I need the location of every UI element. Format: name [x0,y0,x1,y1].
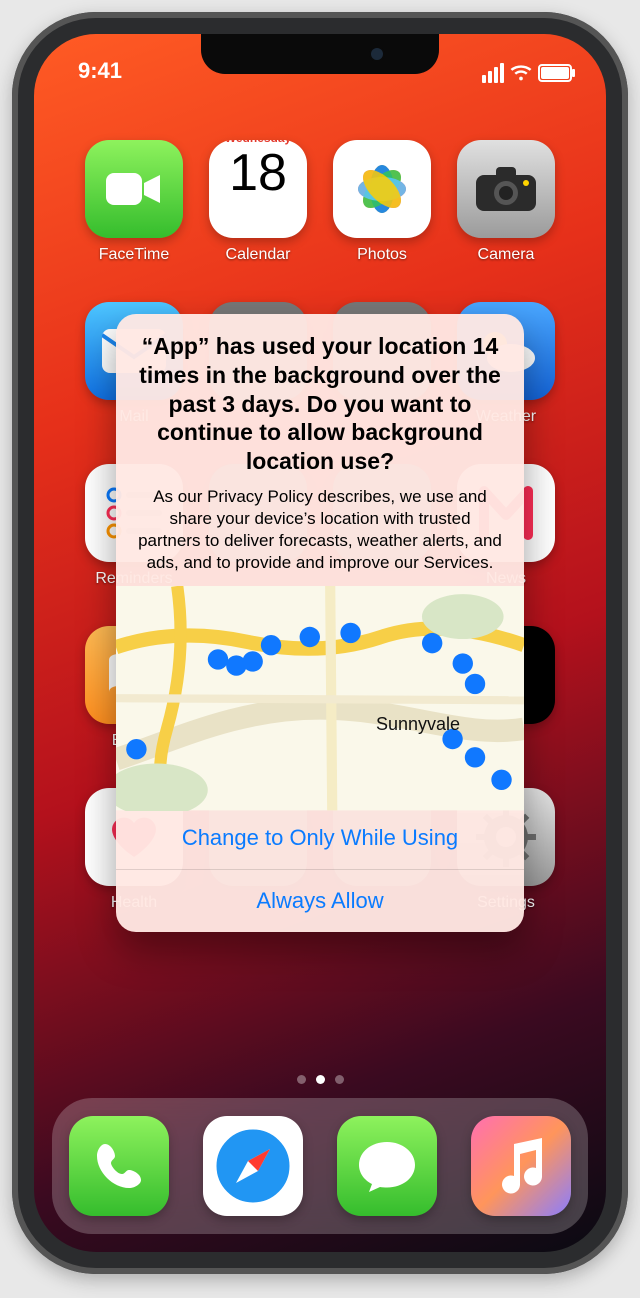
always-allow-button[interactable]: Always Allow [116,869,524,932]
photos-icon [333,140,431,238]
screen: 9:41 FaceTime Wednesday 18 Calendar [34,34,606,1252]
page-dot-1 [316,1075,325,1084]
alert-title: “App” has used your location 14 times in… [136,332,504,476]
status-time: 9:41 [78,58,122,84]
alert-map-preview: Sunnyvale [116,586,524,806]
messages-icon [355,1138,419,1194]
safari-icon [210,1123,296,1209]
dock-app-safari[interactable] [203,1116,303,1216]
device-notch [201,34,439,74]
iphone-frame: 9:41 FaceTime Wednesday 18 Calendar [12,12,628,1274]
dock-app-music[interactable] [471,1116,571,1216]
alert-subtitle: As our Privacy Policy describes, we use … [136,486,504,574]
page-dot-2 [335,1075,344,1084]
music-icon [496,1138,546,1194]
app-facetime[interactable]: FaceTime [84,140,184,264]
camera-icon [457,140,555,238]
map-place-label: Sunnyvale [376,714,460,735]
calendar-icon: Wednesday 18 [209,140,307,238]
page-indicator[interactable] [34,1075,606,1084]
battery-icon [538,64,572,82]
facetime-icon [85,140,183,238]
status-icons [482,62,572,84]
dock-app-phone[interactable] [69,1116,169,1216]
cellular-icon [482,63,504,83]
alert-button-group: Change to Only While Using Always Allow [116,806,524,932]
app-camera[interactable]: Camera [456,140,556,264]
dock-app-messages[interactable] [337,1116,437,1216]
map-svg [116,586,524,810]
wifi-icon [510,62,532,84]
location-permission-alert: “App” has used your location 14 times in… [116,314,524,932]
dock [52,1098,588,1234]
change-to-while-using-button[interactable]: Change to Only While Using [116,806,524,869]
page-dot-0 [297,1075,306,1084]
phone-icon [93,1140,145,1192]
app-photos[interactable]: Photos [332,140,432,264]
app-calendar[interactable]: Wednesday 18 Calendar [208,140,308,264]
